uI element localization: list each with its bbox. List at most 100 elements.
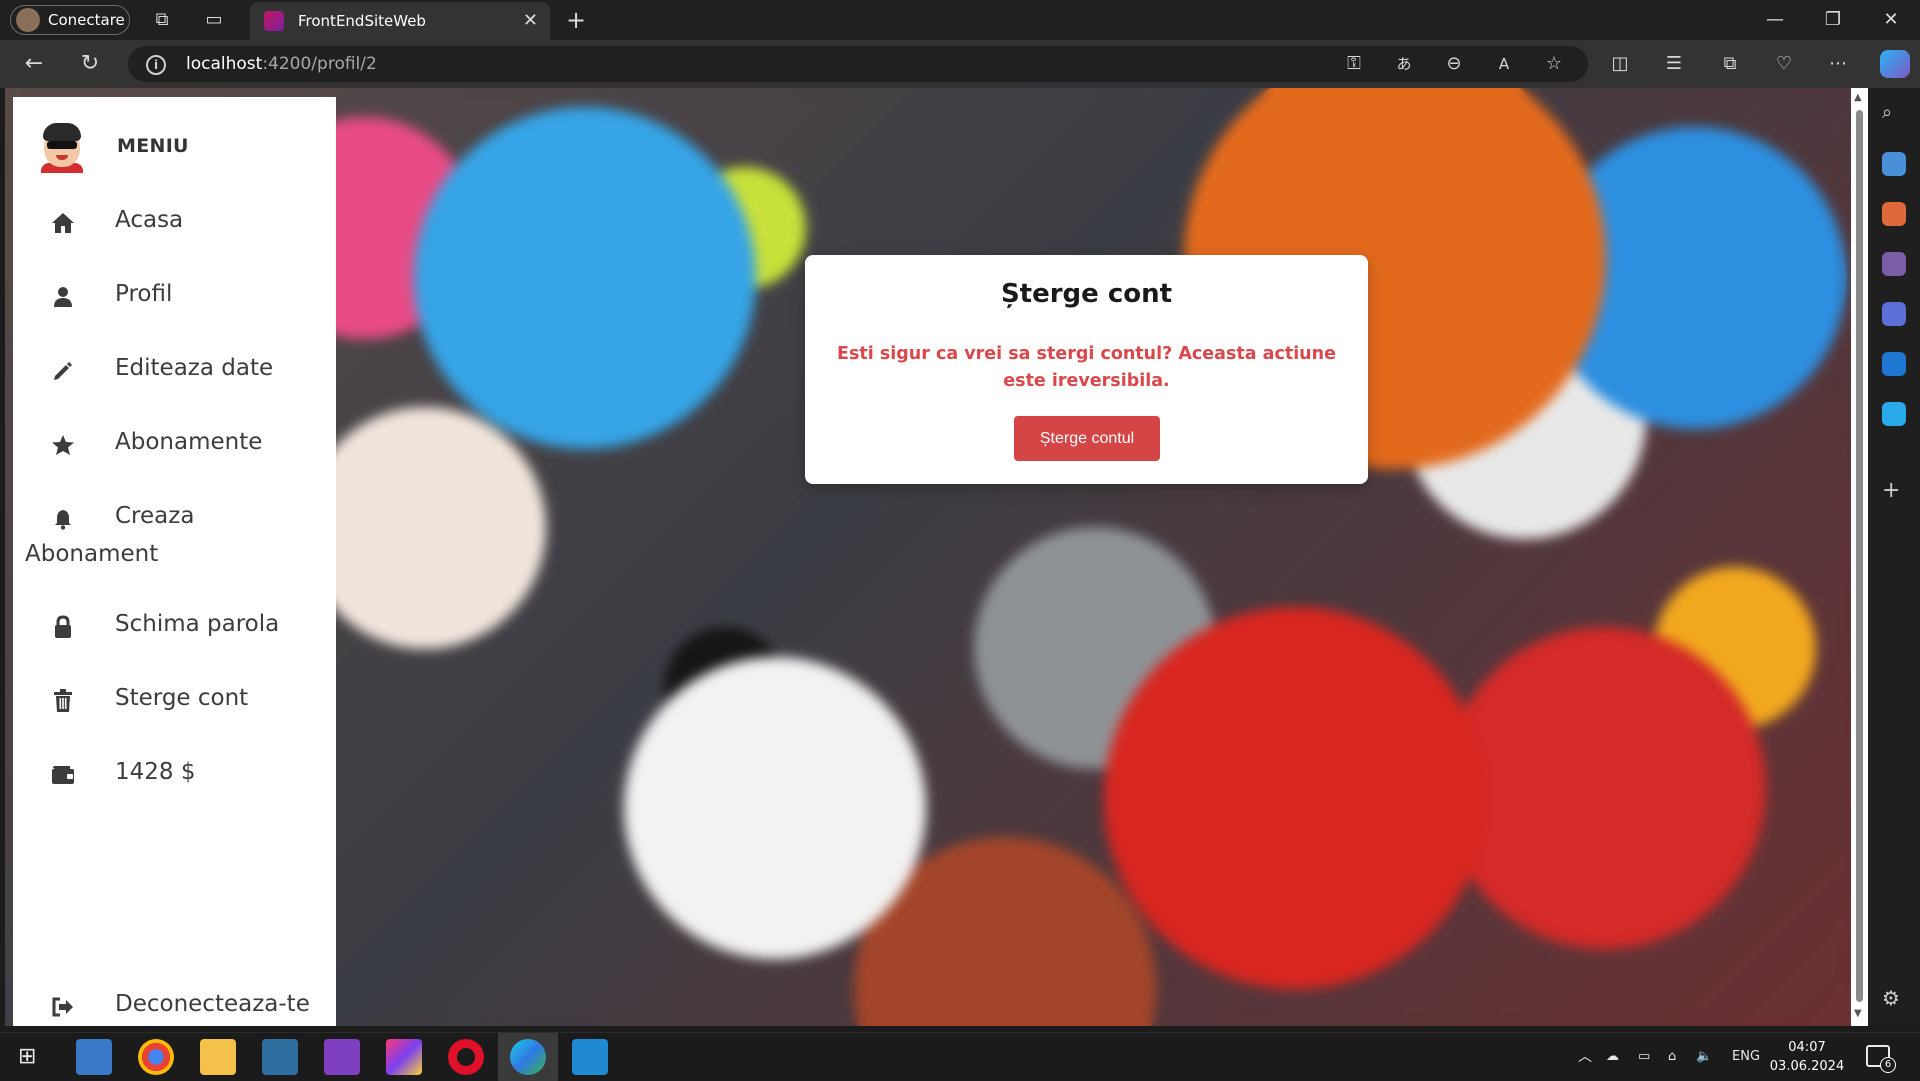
scroll-up-icon[interactable]: ▲ [1854,92,1862,103]
sidebar-item-creaza-abonament[interactable]: Creaza Abonament [13,495,336,589]
windows-start-icon[interactable]: ⊞ [18,1033,36,1081]
sidebar-item-schima-parola[interactable]: Schima parola [13,603,336,651]
file-explorer-icon[interactable] [200,1039,236,1075]
search-icon[interactable]: ⌕ [1882,102,1906,126]
address-toolbar: ← ↻ localhost:4200/profil/2 i ⚿ あ ⊖ A ☆ … [0,40,1920,88]
sign-out-icon [51,995,75,1019]
user-icon [51,285,75,309]
workspaces-icon[interactable]: ⧉ [148,8,176,32]
tools-icon[interactable] [1882,202,1906,226]
menu-header: MENIU [41,121,189,173]
vscode-icon[interactable] [572,1039,608,1075]
notification-count-badge: 6 [1880,1057,1896,1073]
logout-label: Deconecteaza-te [115,991,310,1017]
dialog-title: Șterge cont [1000,279,1173,309]
close-tab-icon[interactable]: ✕ [523,10,538,31]
battery-icon[interactable]: ▭ [1638,1033,1650,1081]
mysql-workbench-icon[interactable] [262,1039,298,1075]
sidebar-item-label: Editeaza date [115,355,274,381]
profile-label: Conectare [48,11,125,29]
more-options-icon[interactable]: ⋯ [1824,52,1852,76]
opera-icon[interactable] [448,1039,484,1075]
add-app-icon[interactable]: + [1882,478,1906,503]
taskbar-app-icon[interactable] [76,1039,112,1075]
sidebar-item-label: Schima parola [115,611,280,637]
delete-account-dialog: Șterge cont Esti sigur ca vrei sa stergi… [805,255,1368,484]
sidebar-item-acasa[interactable]: Acasa [13,199,336,247]
taskbar-clock[interactable]: 04:07 03.06.2024 [1762,1038,1852,1076]
outlook-icon[interactable] [1882,352,1906,376]
onedrive-icon[interactable]: ☁ [1606,1033,1619,1081]
delete-account-button[interactable]: Șterge contul [1014,416,1160,461]
translate-icon[interactable]: あ [1390,52,1418,76]
telegram-icon[interactable] [1882,402,1906,426]
logout-button[interactable]: Deconecteaza-te [13,983,336,1031]
sidebar-item-abonamente[interactable]: Abonamente [13,421,336,469]
sidebar-item-profil[interactable]: Profil [13,273,336,321]
sidebar-item-label: Profil [115,281,173,307]
close-window-icon[interactable]: ✕ [1862,0,1920,40]
read-aloud-icon[interactable]: A [1490,52,1518,76]
bell-icon [51,507,75,531]
tab-title: FrontEndSiteWeb [298,12,426,30]
tab-frontendsiteweb[interactable]: FrontEndSiteWeb ✕ [250,2,550,40]
favorite-star-icon[interactable]: ☆ [1540,52,1568,76]
back-icon[interactable]: ← [20,52,48,76]
visual-studio-icon[interactable] [324,1039,360,1075]
menu-title: MENIU [117,135,189,157]
edge-icon[interactable] [510,1039,546,1075]
key-icon[interactable]: ⚿ [1340,52,1368,76]
lock-icon [51,615,75,639]
address-bar[interactable]: localhost:4200/profil/2 [128,46,1588,82]
browser-essentials-icon[interactable]: ♡ [1770,52,1798,76]
profile-button[interactable]: Conectare [10,5,130,35]
home-icon [51,211,75,235]
chrome-icon[interactable] [138,1039,174,1075]
page-scrollbar[interactable]: ▲ ▼ [1851,88,1868,1026]
window-controls: — ❐ ✕ [1746,0,1920,40]
show-hidden-icons-icon[interactable]: ︿ [1578,1033,1592,1081]
site-info-icon[interactable]: i [146,55,166,75]
sidebar-item-editeaza-date[interactable]: Editeaza date [13,347,336,395]
sidebar-item-label-second-line: Abonament [25,541,159,567]
collections-icon[interactable]: ⧉ [1716,52,1744,76]
sidebar-item-balance[interactable]: 1428 $ [13,751,336,799]
copilot-icon[interactable] [1880,50,1910,78]
language-indicator[interactable]: ENG [1732,1033,1760,1081]
avatar [41,121,83,173]
url-host: localhost [186,54,263,74]
tab-actions-icon[interactable]: ▭ [200,8,228,32]
refresh-icon[interactable]: ↻ [76,52,104,76]
url-path: :4200/profil/2 [262,54,377,74]
games-icon[interactable] [1882,252,1906,276]
scroll-thumb[interactable] [1856,110,1863,1002]
angular-favicon-icon [264,11,284,31]
network-icon[interactable]: ⌂ [1668,1033,1676,1081]
maximize-icon[interactable]: ❐ [1804,0,1862,40]
browser-tab-bar: Conectare ⧉ ▭ FrontEndSiteWeb ✕ + — ❐ ✕ [0,0,1920,40]
app-sidebar: MENIU Acasa Profil Editeaza date Aboname… [13,97,336,1026]
sidebar-item-label: Abonamente [115,429,263,455]
zoom-out-icon[interactable]: ⊖ [1440,52,1468,76]
sidebar-item-label: Acasa [115,207,184,233]
intellij-icon[interactable] [386,1039,422,1075]
trash-icon [51,689,75,713]
notification-center-icon[interactable]: 6 [1866,1045,1896,1073]
star-icon [51,433,75,457]
sidebar-item-label: 1428 $ [115,759,196,785]
new-tab-icon[interactable]: + [562,8,590,32]
sidebar-item-sterge-cont[interactable]: Sterge cont [13,677,336,725]
minimize-icon[interactable]: — [1746,0,1804,40]
shopping-tag-icon[interactable] [1882,152,1906,176]
wallet-icon [51,763,75,787]
pencil-icon [51,359,75,383]
profile-avatar-icon [16,8,40,32]
split-screen-icon[interactable]: ◫ [1606,52,1634,76]
scroll-down-icon[interactable]: ▼ [1854,1008,1862,1019]
clock-time: 04:07 [1788,1040,1826,1055]
windows-taskbar: ⊞ ︿ ☁ ▭ ⌂ 🔈 ENG 04:07 03.06.2024 6 [0,1032,1920,1081]
office-icon[interactable] [1882,302,1906,326]
volume-icon[interactable]: 🔈 [1696,1033,1712,1081]
settings-gear-icon[interactable]: ⚙ [1882,986,1906,1010]
favorites-icon[interactable]: ☰ [1660,52,1688,76]
